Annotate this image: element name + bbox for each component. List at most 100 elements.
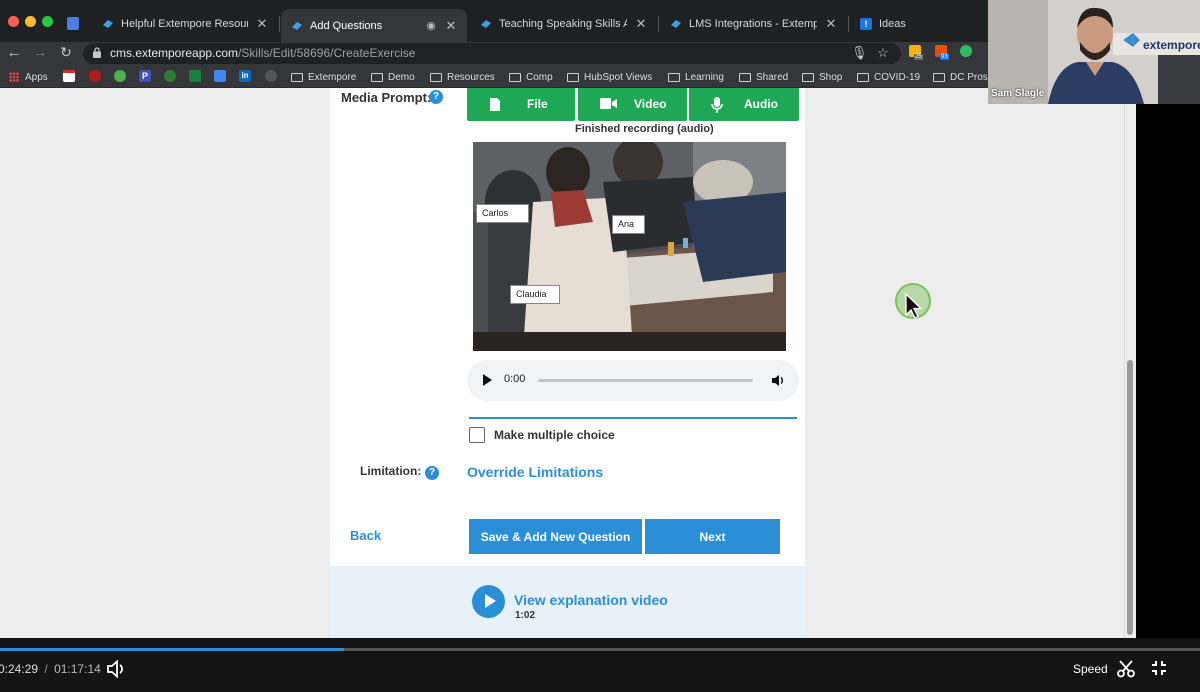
volume-icon[interactable]: [771, 374, 785, 387]
multiple-choice-checkbox[interactable]: [469, 427, 485, 443]
microphone-icon[interactable]: 🎙: [851, 45, 868, 61]
extempore-icon: [671, 20, 681, 28]
override-limitations-link[interactable]: Override Limitations: [467, 464, 603, 480]
recording-status: Finished recording (audio): [575, 123, 714, 135]
extempore-icon: [103, 20, 113, 28]
lock-icon: [93, 47, 101, 58]
tab-title: Teaching Speaking Skills Activ: [499, 18, 627, 30]
video-progress-fill: [0, 648, 344, 651]
scissors-icon[interactable]: [1117, 660, 1135, 678]
limitation-label: Limitation:: [360, 464, 422, 478]
google-docs-tab-icon[interactable]: [67, 17, 79, 30]
audio-button[interactable]: Audio: [689, 88, 799, 121]
next-button[interactable]: Next: [645, 519, 780, 554]
photo-tag-claudia: Claudia: [510, 285, 560, 304]
mouse-pointer-icon: [905, 292, 923, 319]
volume-icon[interactable]: [107, 660, 128, 678]
minimize-window-button[interactable]: [25, 16, 36, 27]
bookmark-label: Demo: [388, 71, 415, 83]
close-tab-icon[interactable]: ✕: [256, 16, 268, 32]
bookmark-folder[interactable]: HubSpot Views: [567, 69, 652, 85]
save-add-new-question-button[interactable]: Save & Add New Question: [469, 519, 642, 554]
page-content: Media Prompt: ? File Video Audio Finishe…: [0, 88, 1136, 638]
bookmark-label: Resources: [447, 71, 495, 83]
back-arrow-icon[interactable]: ←: [4, 44, 24, 61]
extempore-icon: [481, 20, 491, 28]
extempore-icon: [292, 21, 302, 30]
url-text: cms.extemporeapp.com/Skills/Edit/58696/C…: [110, 46, 415, 60]
evernote-icon[interactable]: [960, 45, 972, 57]
folder-icon: [668, 72, 680, 82]
close-window-button[interactable]: [8, 16, 19, 27]
bookmark-folder[interactable]: Resources: [430, 69, 495, 85]
tab-title: Add Questions: [310, 19, 383, 32]
tab-title: Ideas: [879, 18, 906, 30]
tab-separator: [848, 16, 849, 32]
play-video-icon[interactable]: [472, 585, 505, 618]
media-prompt-label: Media Prompt:: [341, 90, 432, 105]
tracker-icon[interactable]: [114, 70, 126, 82]
github-icon[interactable]: [265, 70, 277, 82]
bookmark-folder[interactable]: DC Pros: [933, 69, 988, 85]
folder-icon: [371, 72, 383, 82]
bookmark-label: Comp: [526, 71, 553, 83]
tab-helpful-resources[interactable]: Helpful Extempore Resources ✕: [92, 10, 278, 38]
folder-icon: [933, 72, 945, 82]
microphone-icon: [711, 97, 723, 113]
bookmark-label: HubSpot Views: [584, 71, 653, 83]
play-icon[interactable]: [483, 374, 492, 386]
bookmark-folder[interactable]: Extempore: [291, 69, 356, 85]
extension-badge-count: 25: [914, 54, 923, 60]
maximize-window-button[interactable]: [42, 16, 53, 27]
view-explanation-video-link[interactable]: View explanation video: [514, 592, 668, 608]
file-button[interactable]: File: [467, 88, 575, 121]
tab-add-questions[interactable]: Add Questions ◉ ✕: [281, 9, 467, 42]
video-player-controls: 0:24:29 / 01:17:14 Speed: [0, 638, 1200, 692]
section-divider: [469, 417, 797, 419]
webcam-logo-text: extempore: [1143, 38, 1200, 52]
scrollbar-thumb[interactable]: [1127, 360, 1133, 635]
close-tab-icon[interactable]: ✕: [825, 16, 837, 32]
docs-icon[interactable]: [214, 70, 226, 82]
star-icon[interactable]: ☆: [877, 45, 889, 61]
linkedin-icon[interactable]: in: [239, 70, 251, 82]
url-host: cms.extemporeapp.com: [110, 46, 239, 60]
gmail-icon[interactable]: [63, 70, 75, 82]
close-tab-icon[interactable]: ✕: [635, 16, 647, 32]
tab-separator: [658, 16, 659, 32]
tab-lms-integrations[interactable]: LMS Integrations - Extempore ✕: [660, 10, 847, 38]
exclamation-icon: !: [860, 18, 872, 30]
recording-dot-icon: ◉: [426, 20, 436, 32]
bookmark-folder[interactable]: COVID-19: [857, 69, 920, 85]
help-icon[interactable]: ?: [425, 466, 439, 480]
bookmark-folder[interactable]: Comp: [509, 69, 553, 85]
play-triangle: [485, 594, 496, 608]
reload-icon[interactable]: ↻: [56, 44, 76, 61]
speed-button[interactable]: Speed: [1073, 662, 1108, 676]
back-link[interactable]: Back: [350, 528, 381, 543]
video-button[interactable]: Video: [578, 88, 687, 121]
tab-separator: [279, 16, 280, 32]
exit-fullscreen-icon[interactable]: [1151, 660, 1167, 676]
bookmark-folder[interactable]: Shared: [739, 69, 788, 85]
bookmark-folder[interactable]: Learning: [668, 69, 724, 85]
address-bar[interactable]: cms.extemporeapp.com/Skills/Edit/58696/C…: [83, 43, 901, 64]
tab-teaching-speaking[interactable]: Teaching Speaking Skills Activ ✕: [470, 10, 657, 38]
audio-progress-track[interactable]: [538, 379, 753, 382]
sheets-icon[interactable]: [189, 70, 201, 82]
tab-ideas[interactable]: ! Ideas: [850, 10, 988, 38]
close-tab-icon[interactable]: ✕: [445, 18, 457, 34]
p-icon[interactable]: P: [139, 70, 151, 82]
green-app-icon[interactable]: [164, 70, 176, 82]
file-button-label: File: [527, 97, 548, 111]
folder-icon: [291, 72, 303, 82]
tool-icon[interactable]: [89, 70, 101, 82]
folder-icon: [430, 72, 442, 82]
bookmark-folder[interactable]: Shop: [802, 69, 842, 85]
bookmark-folder[interactable]: Demo: [371, 69, 415, 85]
bookmark-label: Learning: [685, 71, 724, 83]
bookmark-apps[interactable]: Apps: [9, 69, 48, 85]
help-icon[interactable]: ?: [429, 90, 443, 104]
folder-icon: [567, 72, 579, 82]
forward-arrow-icon[interactable]: →: [30, 44, 50, 61]
